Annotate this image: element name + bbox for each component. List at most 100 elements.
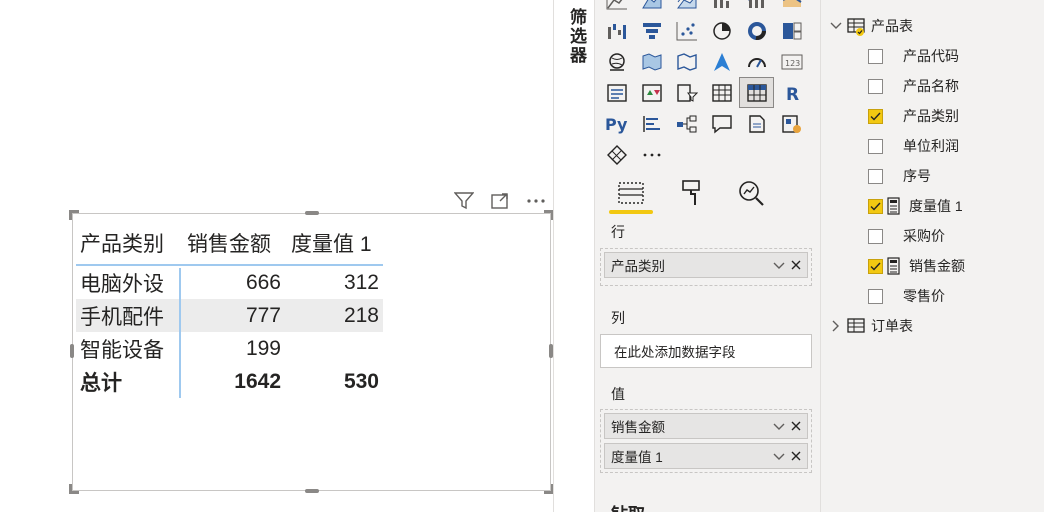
resize-handle[interactable] xyxy=(69,210,79,220)
column-header[interactable]: 度量值 1 xyxy=(285,228,383,258)
values-field-pill[interactable]: 度量值 1 xyxy=(604,443,808,469)
area-chart-icon[interactable] xyxy=(634,0,669,15)
columns-well[interactable]: 在此处添加数据字段 xyxy=(600,334,812,368)
matrix-visual-icon[interactable] xyxy=(739,77,774,108)
field-item[interactable]: 产品类别 xyxy=(868,104,959,128)
field-item[interactable]: 产品名称 xyxy=(868,74,959,98)
gauge-icon[interactable] xyxy=(739,46,774,77)
close-icon[interactable] xyxy=(791,449,801,464)
checkbox[interactable] xyxy=(868,288,883,304)
field-item[interactable]: 零售价 xyxy=(868,284,945,308)
ribbon-chart-icon[interactable] xyxy=(774,0,809,15)
qa-visual-icon[interactable] xyxy=(704,108,739,139)
field-name: 产品类别 xyxy=(903,108,959,124)
line-stacked-column-icon[interactable] xyxy=(739,0,774,15)
decomposition-tree-icon[interactable] xyxy=(669,108,704,139)
field-item[interactable]: 采购价 xyxy=(868,224,945,248)
field-item[interactable]: 序号 xyxy=(868,164,931,188)
chevron-down-icon[interactable] xyxy=(773,419,785,434)
field-item[interactable]: 产品代码 xyxy=(868,44,959,68)
resize-handle[interactable] xyxy=(69,484,79,494)
resize-handle[interactable] xyxy=(305,489,319,493)
key-influencers-icon[interactable] xyxy=(634,108,669,139)
python-visual-icon[interactable]: Py xyxy=(599,108,634,139)
checkbox-checked[interactable] xyxy=(868,198,883,214)
checkbox-checked[interactable] xyxy=(868,108,883,124)
treemap-icon[interactable] xyxy=(774,15,809,46)
multi-row-card-icon[interactable] xyxy=(599,77,634,108)
column-header[interactable]: 销售金额 xyxy=(181,228,285,258)
filters-label[interactable]: 筛选器 xyxy=(564,8,589,65)
close-icon[interactable] xyxy=(791,419,801,434)
scatter-chart-icon[interactable] xyxy=(669,15,704,46)
field-name: 序号 xyxy=(903,168,931,184)
stacked-area-chart-icon[interactable] xyxy=(669,0,704,15)
checkbox[interactable] xyxy=(868,48,883,64)
rows-field-pill[interactable]: 产品类别 xyxy=(604,252,808,278)
table-item-orders[interactable]: 订单表 xyxy=(829,314,913,338)
focus-mode-icon[interactable] xyxy=(488,190,512,212)
table-row[interactable]: 电脑外设 666 312 xyxy=(76,266,383,299)
column-header[interactable]: 产品类别 xyxy=(76,228,181,258)
line-chart-icon[interactable] xyxy=(599,0,634,15)
paginated-report-icon[interactable] xyxy=(774,108,809,139)
table-row[interactable]: 手机配件 777 218 xyxy=(76,299,383,332)
report-canvas[interactable]: 产品类别 销售金额 度量值 1 电脑外设 666 312 手机配件 777 21… xyxy=(0,0,554,512)
checkbox[interactable] xyxy=(868,78,883,94)
more-options-icon[interactable] xyxy=(524,190,548,212)
more-visuals-icon[interactable] xyxy=(634,139,669,170)
funnel-chart-icon[interactable] xyxy=(634,15,669,46)
filled-map-icon[interactable] xyxy=(634,46,669,77)
checkbox[interactable] xyxy=(868,228,883,244)
total-row[interactable]: 总计 1642 530 xyxy=(76,365,383,398)
fields-tab[interactable] xyxy=(607,172,655,214)
field-item[interactable]: 度量值 1 xyxy=(868,194,963,218)
values-well[interactable]: 销售金额 度量值 1 xyxy=(600,409,812,473)
filters-pane-collapsed[interactable]: 筛选器 xyxy=(553,0,595,512)
chevron-down-icon[interactable] xyxy=(773,449,785,464)
values-field-pill[interactable]: 销售金额 xyxy=(604,413,808,439)
rows-well[interactable]: 产品类别 xyxy=(600,248,812,286)
line-clustered-column-icon[interactable] xyxy=(704,0,739,15)
r-script-visual-icon[interactable]: R xyxy=(774,77,809,108)
waterfall-chart-icon[interactable] xyxy=(599,15,634,46)
table-visual-icon[interactable] xyxy=(704,77,739,108)
calculator-icon xyxy=(887,257,900,275)
checkbox[interactable] xyxy=(868,138,883,154)
field-item[interactable]: 销售金额 xyxy=(868,254,965,278)
donut-chart-icon[interactable] xyxy=(739,15,774,46)
close-icon[interactable] xyxy=(791,258,801,273)
chevron-down-icon[interactable] xyxy=(829,19,843,33)
checkbox-checked[interactable] xyxy=(868,258,883,274)
visual-type-gallery: 123 R Py xyxy=(599,0,809,170)
fields-pane: 产品表 产品代码 产品名称 产品类别 单位利润 序号 度量值 1 采购价 销售金… xyxy=(821,0,1044,512)
azure-map-icon[interactable] xyxy=(704,46,739,77)
map-icon[interactable] xyxy=(599,46,634,77)
card-icon[interactable]: 123 xyxy=(774,46,809,77)
row-label: 手机配件 xyxy=(80,305,164,329)
field-name: 产品代码 xyxy=(903,48,959,64)
format-tab[interactable] xyxy=(667,172,715,214)
table-item-product[interactable]: 产品表 xyxy=(829,14,913,38)
field-item[interactable]: 单位利润 xyxy=(868,134,959,158)
matrix-table: 产品类别 销售金额 度量值 1 电脑外设 666 312 手机配件 777 21… xyxy=(76,222,383,398)
chevron-down-icon[interactable] xyxy=(773,258,785,273)
power-apps-icon[interactable] xyxy=(599,139,634,170)
pie-chart-icon[interactable] xyxy=(704,15,739,46)
resize-handle[interactable] xyxy=(70,344,74,358)
smart-narrative-icon[interactable] xyxy=(739,108,774,139)
filter-icon[interactable] xyxy=(452,190,476,212)
table-name: 产品表 xyxy=(871,18,913,34)
values-well-label: 值 xyxy=(611,386,625,402)
resize-handle[interactable] xyxy=(305,211,319,215)
chevron-right-icon[interactable] xyxy=(829,319,843,333)
table-row[interactable]: 智能设备 199 xyxy=(76,332,383,365)
kpi-icon[interactable] xyxy=(634,77,669,108)
measure-value: 312 xyxy=(343,270,379,294)
checkbox[interactable] xyxy=(868,168,883,184)
analytics-tab[interactable] xyxy=(727,172,775,214)
slicer-icon[interactable] xyxy=(669,77,704,108)
total-measure-value: 530 xyxy=(343,369,379,393)
svg-text:R: R xyxy=(786,85,799,103)
shape-map-icon[interactable] xyxy=(669,46,704,77)
